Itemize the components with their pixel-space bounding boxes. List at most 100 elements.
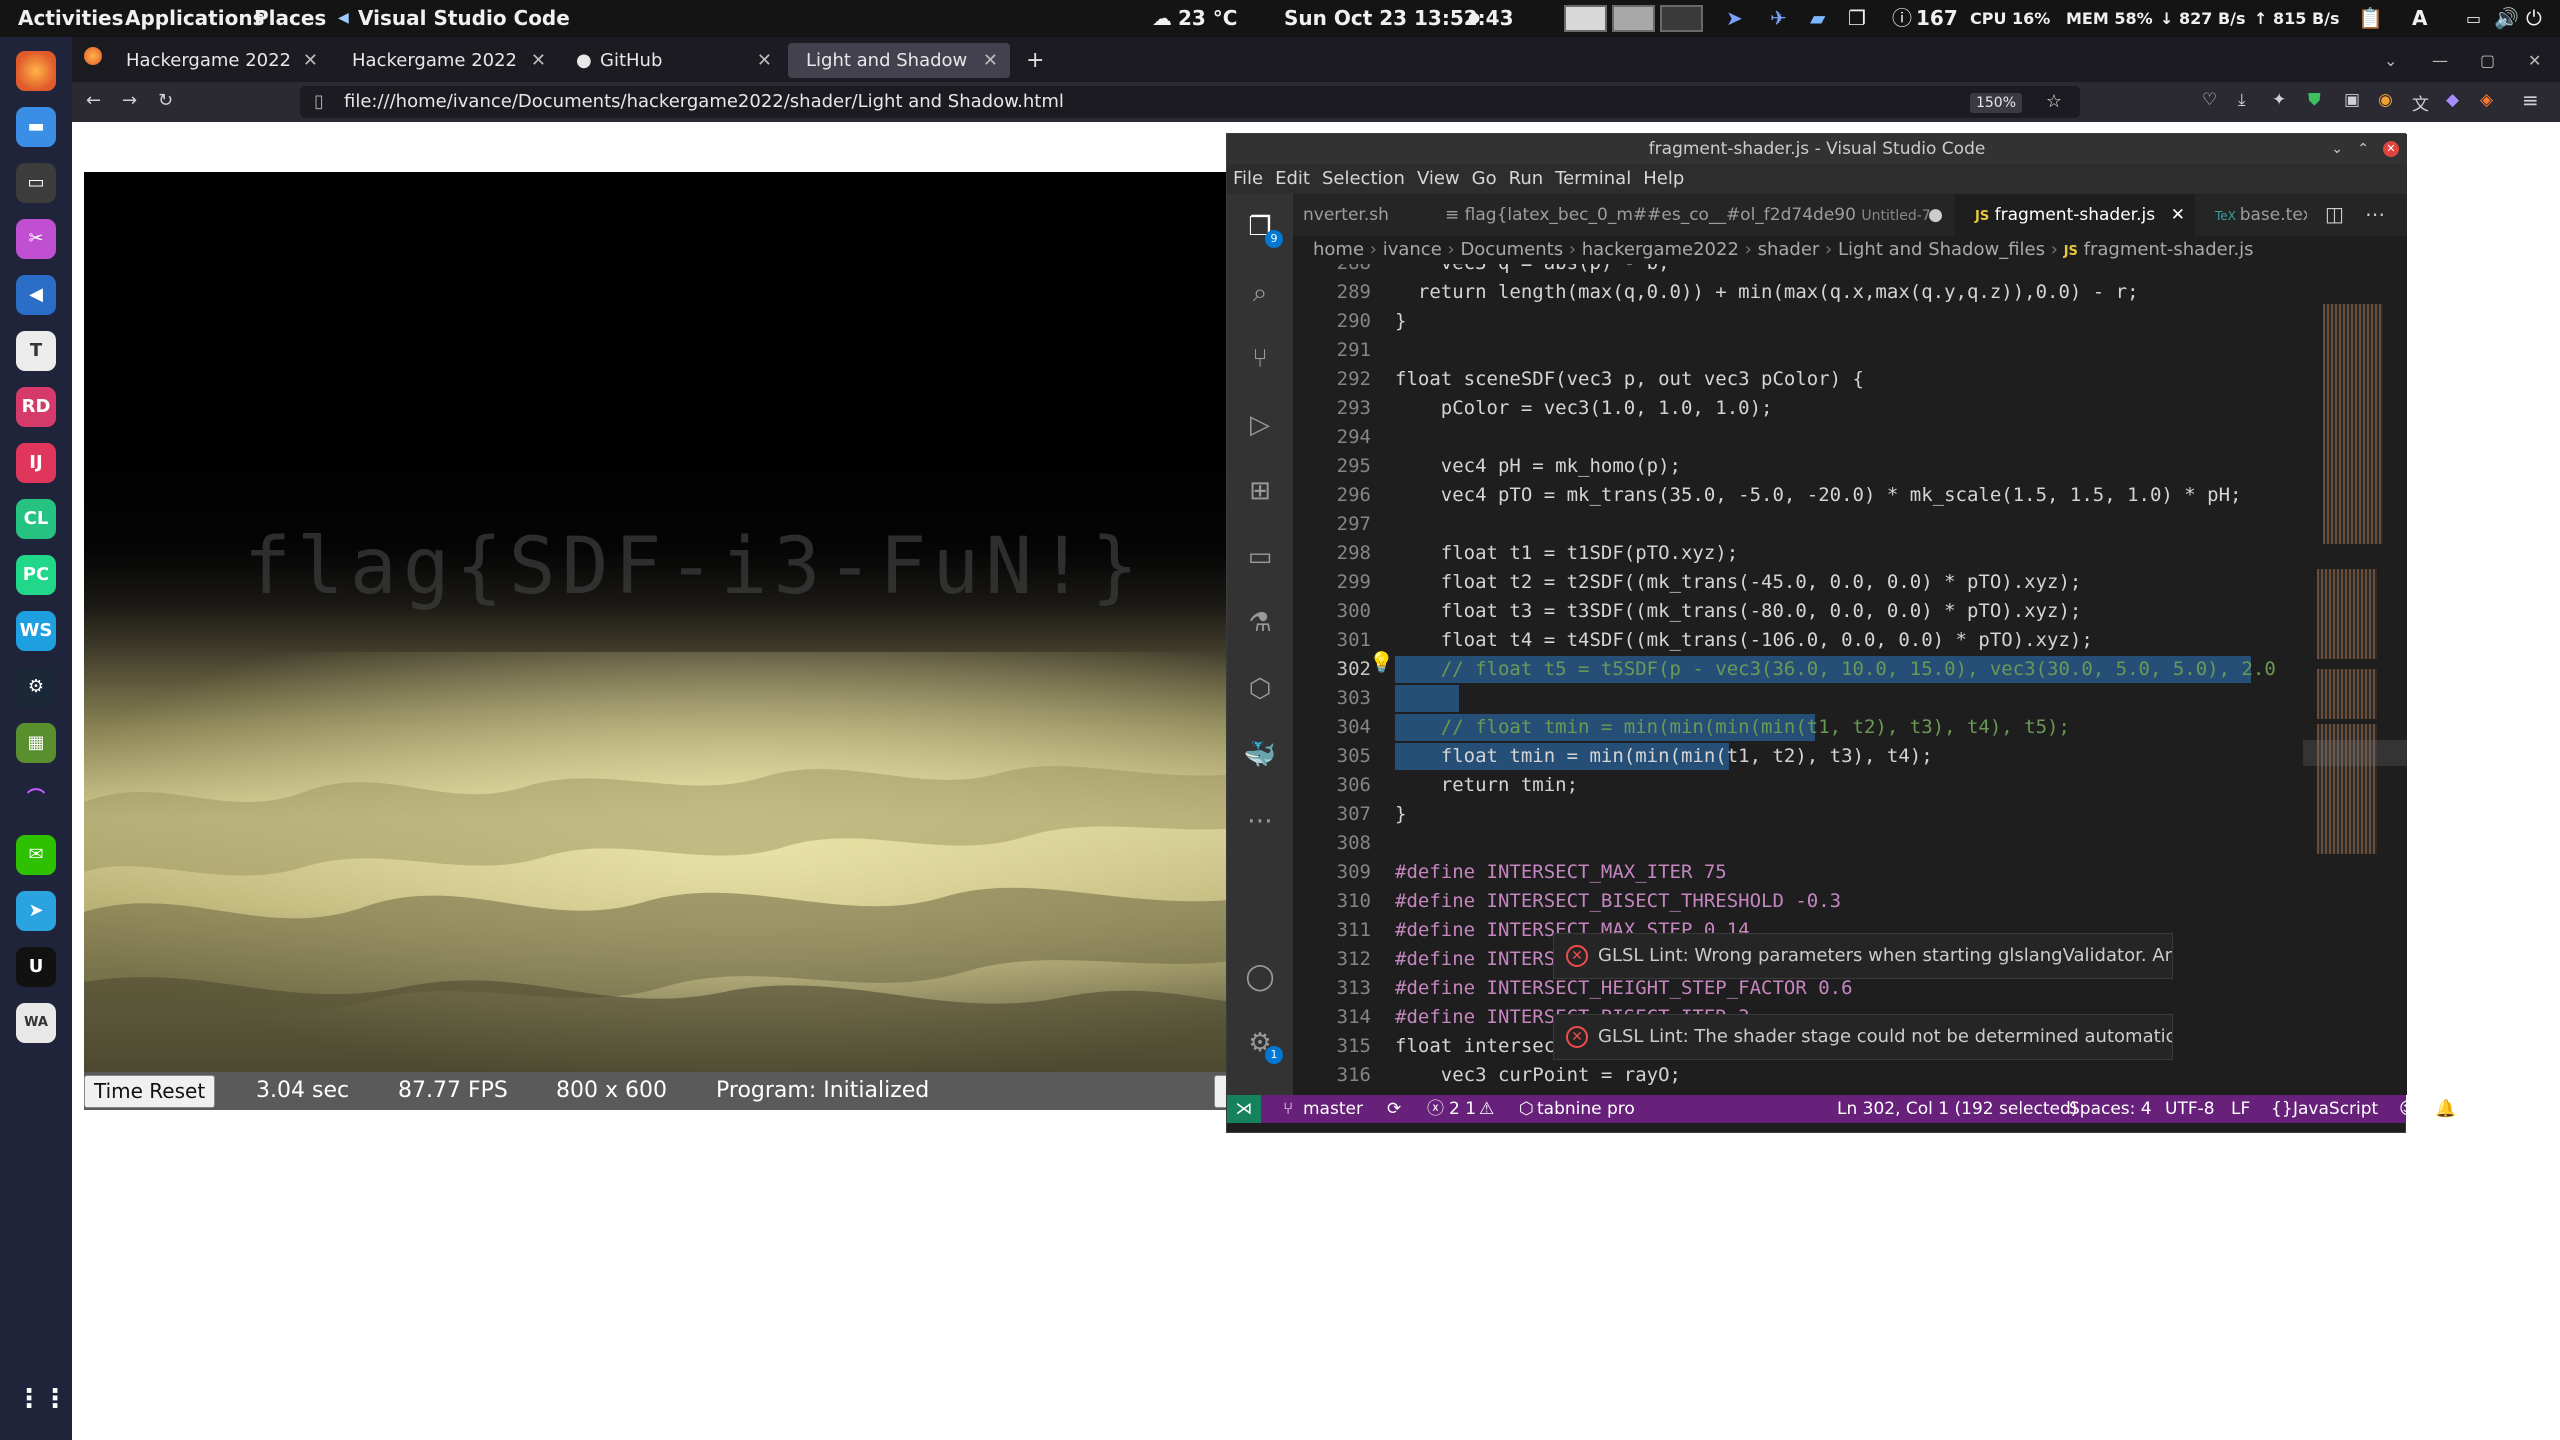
browser-tab-4-active[interactable]: Light and Shadow ✕ xyxy=(788,43,1010,78)
close-icon[interactable]: ✕ xyxy=(303,43,318,78)
extensions-icon[interactable]: ⊞ xyxy=(1243,474,1277,508)
terminal-icon[interactable]: ▭ xyxy=(16,163,56,203)
workspace-3[interactable] xyxy=(1660,5,1703,32)
minecraft-icon[interactable]: ▦ xyxy=(16,723,56,763)
translate-icon[interactable]: 文 xyxy=(2412,90,2429,115)
ublock-icon[interactable]: ⛊ xyxy=(2308,90,2321,110)
breadcrumb-item[interactable]: Light and Shadow_files xyxy=(1838,239,2045,260)
extension-4-icon[interactable]: ◆ xyxy=(2446,90,2459,110)
active-app-menu[interactable]: Visual Studio Code xyxy=(358,0,570,37)
tabnine-status[interactable]: tabnine pro xyxy=(1537,1095,1635,1123)
chat-tray-icon[interactable]: ▰ xyxy=(1810,0,1825,37)
end-of-line[interactable]: LF xyxy=(2231,1095,2250,1123)
tab-converter-sh[interactable]: nverter.sh xyxy=(1293,194,1423,236)
browser-tab-2[interactable]: Hackergame 2022 ✕ xyxy=(334,43,558,78)
arc-icon[interactable]: ⌒ xyxy=(16,779,56,819)
search-icon[interactable]: ⌕ xyxy=(1243,276,1277,310)
minimize-icon[interactable]: ⌄ xyxy=(2331,134,2343,164)
bookmark-star-icon[interactable]: ☆ xyxy=(2046,86,2062,118)
menu-edit[interactable]: Edit xyxy=(1269,164,1310,194)
menu-go[interactable]: Go xyxy=(1466,164,1497,194)
language-mode[interactable]: JavaScript xyxy=(2293,1095,2378,1123)
url-bar[interactable]: ▯ file:///home/ivance/Documents/hackerga… xyxy=(300,86,2080,118)
files-icon[interactable]: ▬ xyxy=(16,107,56,147)
pycharm-icon[interactable]: PC xyxy=(16,555,56,595)
app-grid-icon[interactable]: ⋮⋮ xyxy=(16,1379,68,1419)
browser-tab-3[interactable]: ● GitHub ✕ xyxy=(562,43,784,78)
close-window-icon[interactable]: ✕ xyxy=(2528,43,2541,78)
menu-selection[interactable]: Selection xyxy=(1316,164,1405,194)
indentation[interactable]: Spaces: 4 xyxy=(2069,1095,2152,1123)
breadcrumb-item[interactable]: hackergame2022 xyxy=(1582,239,1739,260)
remote-icon[interactable]: ⋊ xyxy=(1227,1095,1261,1123)
workspace-2[interactable] xyxy=(1612,5,1655,32)
metamask-icon[interactable]: ◈ xyxy=(2480,90,2493,110)
extension-1-icon[interactable]: ✦ xyxy=(2272,90,2286,110)
power-icon[interactable]: ⏻ xyxy=(2526,0,2542,37)
telegram-tray-icon[interactable]: ➤ xyxy=(1726,0,1743,37)
maximize-icon[interactable]: ▢ xyxy=(2480,43,2495,78)
applications-menu[interactable]: Applications xyxy=(125,0,264,37)
zoom-indicator[interactable]: 150% xyxy=(1969,93,2022,113)
steam-icon[interactable]: ⚙ xyxy=(16,667,56,707)
git-branch[interactable]: master xyxy=(1303,1095,1363,1123)
reload-icon[interactable]: ↻ xyxy=(158,90,173,111)
activities-button[interactable]: Activities xyxy=(18,0,124,37)
split-editor-icon[interactable]: ◫ xyxy=(2325,202,2344,226)
wechat-icon[interactable]: ✉ xyxy=(16,835,56,875)
screenshot-icon[interactable]: ✂ xyxy=(16,219,56,259)
maximize-icon[interactable]: ⌃ xyxy=(2357,134,2369,164)
breadcrumb-item[interactable]: Documents xyxy=(1460,239,1563,260)
testing-icon[interactable]: ⚗ xyxy=(1243,606,1277,640)
new-tab-button[interactable]: + xyxy=(1026,43,1044,78)
extension-3-icon[interactable]: ◉ xyxy=(2378,90,2393,110)
breadcrumb-item[interactable]: fragment-shader.js xyxy=(2084,239,2254,260)
clipboard-icon[interactable]: 📋 xyxy=(2358,0,2383,37)
encoding[interactable]: UTF-8 xyxy=(2165,1095,2215,1123)
menu-file[interactable]: File xyxy=(1227,164,1263,194)
breadcrumb-item[interactable]: ivance xyxy=(1383,239,1442,260)
tab-list-icon[interactable]: ⌄ xyxy=(2384,43,2397,78)
time-reset-button[interactable]: Time Reset xyxy=(84,1075,216,1108)
close-icon[interactable]: ✕ xyxy=(2171,194,2185,236)
tab-fragment-shader-js[interactable]: JS fragment-shader.js ✕ xyxy=(1955,194,2195,236)
minimap-slider[interactable] xyxy=(2303,740,2407,766)
intellij-icon[interactable]: IJ xyxy=(16,443,56,483)
network-icon[interactable]: ▭ xyxy=(2466,0,2481,37)
places-menu[interactable]: Places xyxy=(254,0,326,37)
lightbulb-icon[interactable]: 💡 xyxy=(1369,650,1394,674)
menu-terminal[interactable]: Terminal xyxy=(1549,164,1631,194)
feedback-icon[interactable]: ☺ xyxy=(2399,1095,2417,1123)
minimize-icon[interactable]: — xyxy=(2432,43,2448,78)
telegram-icon[interactable]: ➤ xyxy=(16,891,56,931)
clion-icon[interactable]: CL xyxy=(16,499,56,539)
firefox-icon[interactable] xyxy=(16,51,56,91)
menu-help[interactable]: Help xyxy=(1637,164,1684,194)
pocket-icon[interactable]: ♡ xyxy=(2202,90,2217,110)
run-debug-icon[interactable]: ▷ xyxy=(1243,408,1277,442)
sync-icon[interactable]: ⟳ xyxy=(1387,1095,1401,1123)
source-control-icon[interactable]: ⑂ xyxy=(1243,342,1277,376)
docker-icon[interactable]: 🐳 xyxy=(1243,738,1277,772)
unsaved-dot-icon[interactable]: ● xyxy=(1928,194,1943,236)
volume-icon[interactable]: 🔊 xyxy=(2494,0,2519,37)
keyboard-layout[interactable]: A xyxy=(2412,0,2427,37)
shader-canvas[interactable]: flag{SDF-i3-FuN!} xyxy=(84,172,1284,1072)
notifications-bell-icon[interactable]: 🔔 xyxy=(2435,1095,2456,1123)
settings-gear-icon[interactable]: ⚙ 1 xyxy=(1243,1026,1283,1064)
workspace-1[interactable] xyxy=(1564,5,1607,32)
explorer-icon[interactable]: ❐ 9 xyxy=(1243,210,1283,248)
browser-tab-1[interactable]: Hackergame 2022 ✕ xyxy=(108,43,330,78)
window-tray-icon[interactable]: ❐ xyxy=(1848,0,1866,37)
breadcrumb-item[interactable]: shader xyxy=(1758,239,1820,260)
back-icon[interactable]: ← xyxy=(86,90,101,111)
more-icon[interactable]: ⋯ xyxy=(1243,804,1277,838)
close-window-icon[interactable]: ✕ xyxy=(2383,141,2399,157)
menu-run[interactable]: Run xyxy=(1503,164,1544,194)
cursor-position[interactable]: Ln 302, Col 1 (192 selected) xyxy=(1837,1095,2077,1123)
webstorm-icon[interactable]: WS xyxy=(16,611,56,651)
tab-untitled-7[interactable]: ≡ flag{latex_bec_0_m##es_co__#ol_f2d74de… xyxy=(1425,194,1953,236)
close-icon[interactable]: ✕ xyxy=(531,43,546,78)
remote-explorer-icon[interactable]: ▭ xyxy=(1243,540,1277,574)
close-icon[interactable]: ✕ xyxy=(983,43,998,78)
